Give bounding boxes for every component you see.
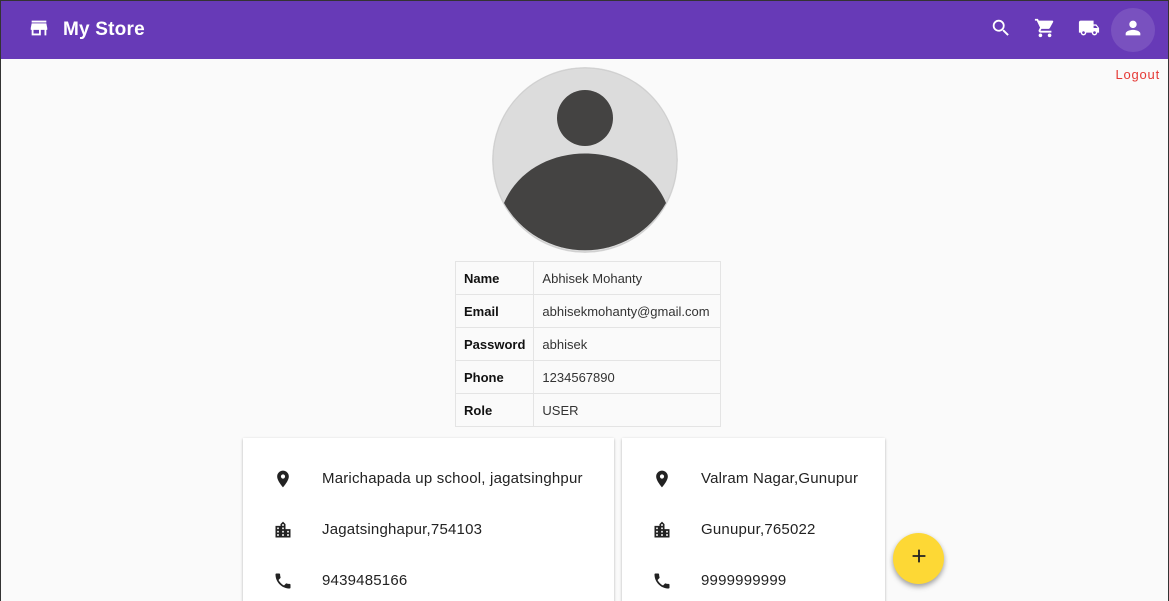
cart-button[interactable] [1023, 8, 1067, 52]
role-value: USER [533, 393, 722, 427]
search-icon [990, 17, 1012, 44]
phone-icon [652, 571, 672, 591]
top-app-bar: My Store [1, 1, 1168, 59]
address-city-row: Jagatsinghapur,754103 [243, 518, 614, 542]
default-avatar-icon [492, 67, 678, 253]
local-shipping-icon [1078, 17, 1100, 44]
role-label: Role [454, 393, 535, 427]
name-label: Name [454, 261, 535, 295]
address-phone-row: 9439485166 [243, 569, 614, 593]
app-window: My Store Logout Name Abhisek Mohanty Ema… [0, 0, 1169, 601]
email-label: Email [454, 294, 535, 328]
address-city-row: Gunupur,765022 [622, 518, 885, 542]
location-pin-icon [273, 469, 293, 489]
phone-value: 1234567890 [533, 360, 722, 394]
table-row: Name Abhisek Mohanty [454, 261, 722, 295]
password-label: Password [454, 327, 535, 361]
address-city: Jagatsinghapur,754103 [322, 521, 483, 538]
table-row: Email abhisekmohanty@gmail.com [454, 294, 722, 328]
store-icon [28, 17, 50, 44]
toolbar-actions [979, 8, 1155, 52]
avatar [492, 67, 678, 253]
profile-button[interactable] [1111, 8, 1155, 52]
address-street-row: Marichapada up school, jagatsinghpur [243, 467, 614, 491]
location-pin-icon [652, 469, 672, 489]
phone-label: Phone [454, 360, 535, 394]
table-row: Phone 1234567890 [454, 360, 722, 394]
address-street: Valram Nagar,Gunupur [701, 470, 859, 487]
shopping-cart-icon [1034, 17, 1056, 44]
address-city: Gunupur,765022 [701, 521, 816, 538]
orders-button[interactable] [1067, 8, 1111, 52]
address-phone: 9999999999 [701, 572, 787, 589]
address-street-row: Valram Nagar,Gunupur [622, 467, 885, 491]
address-street: Marichapada up school, jagatsinghpur [322, 470, 583, 487]
location-city-icon [273, 520, 293, 540]
search-button[interactable] [979, 8, 1023, 52]
email-value: abhisekmohanty@gmail.com [533, 294, 722, 328]
table-row: Password abhisek [454, 327, 722, 361]
person-icon [1122, 17, 1144, 44]
address-phone: 9439485166 [322, 572, 408, 589]
app-title: My Store [63, 19, 145, 40]
address-phone-row: 9999999999 [622, 569, 885, 593]
add-address-button[interactable] [893, 533, 944, 584]
name-value: Abhisek Mohanty [533, 261, 722, 295]
profile-table: Name Abhisek Mohanty Email abhisekmohant… [454, 261, 722, 427]
logout-link[interactable]: Logout [1115, 67, 1160, 82]
brand[interactable]: My Store [28, 17, 145, 44]
location-city-icon [652, 520, 672, 540]
phone-icon [273, 571, 293, 591]
add-icon [908, 545, 930, 572]
table-row: Role USER [454, 393, 722, 427]
password-value: abhisek [533, 327, 722, 361]
